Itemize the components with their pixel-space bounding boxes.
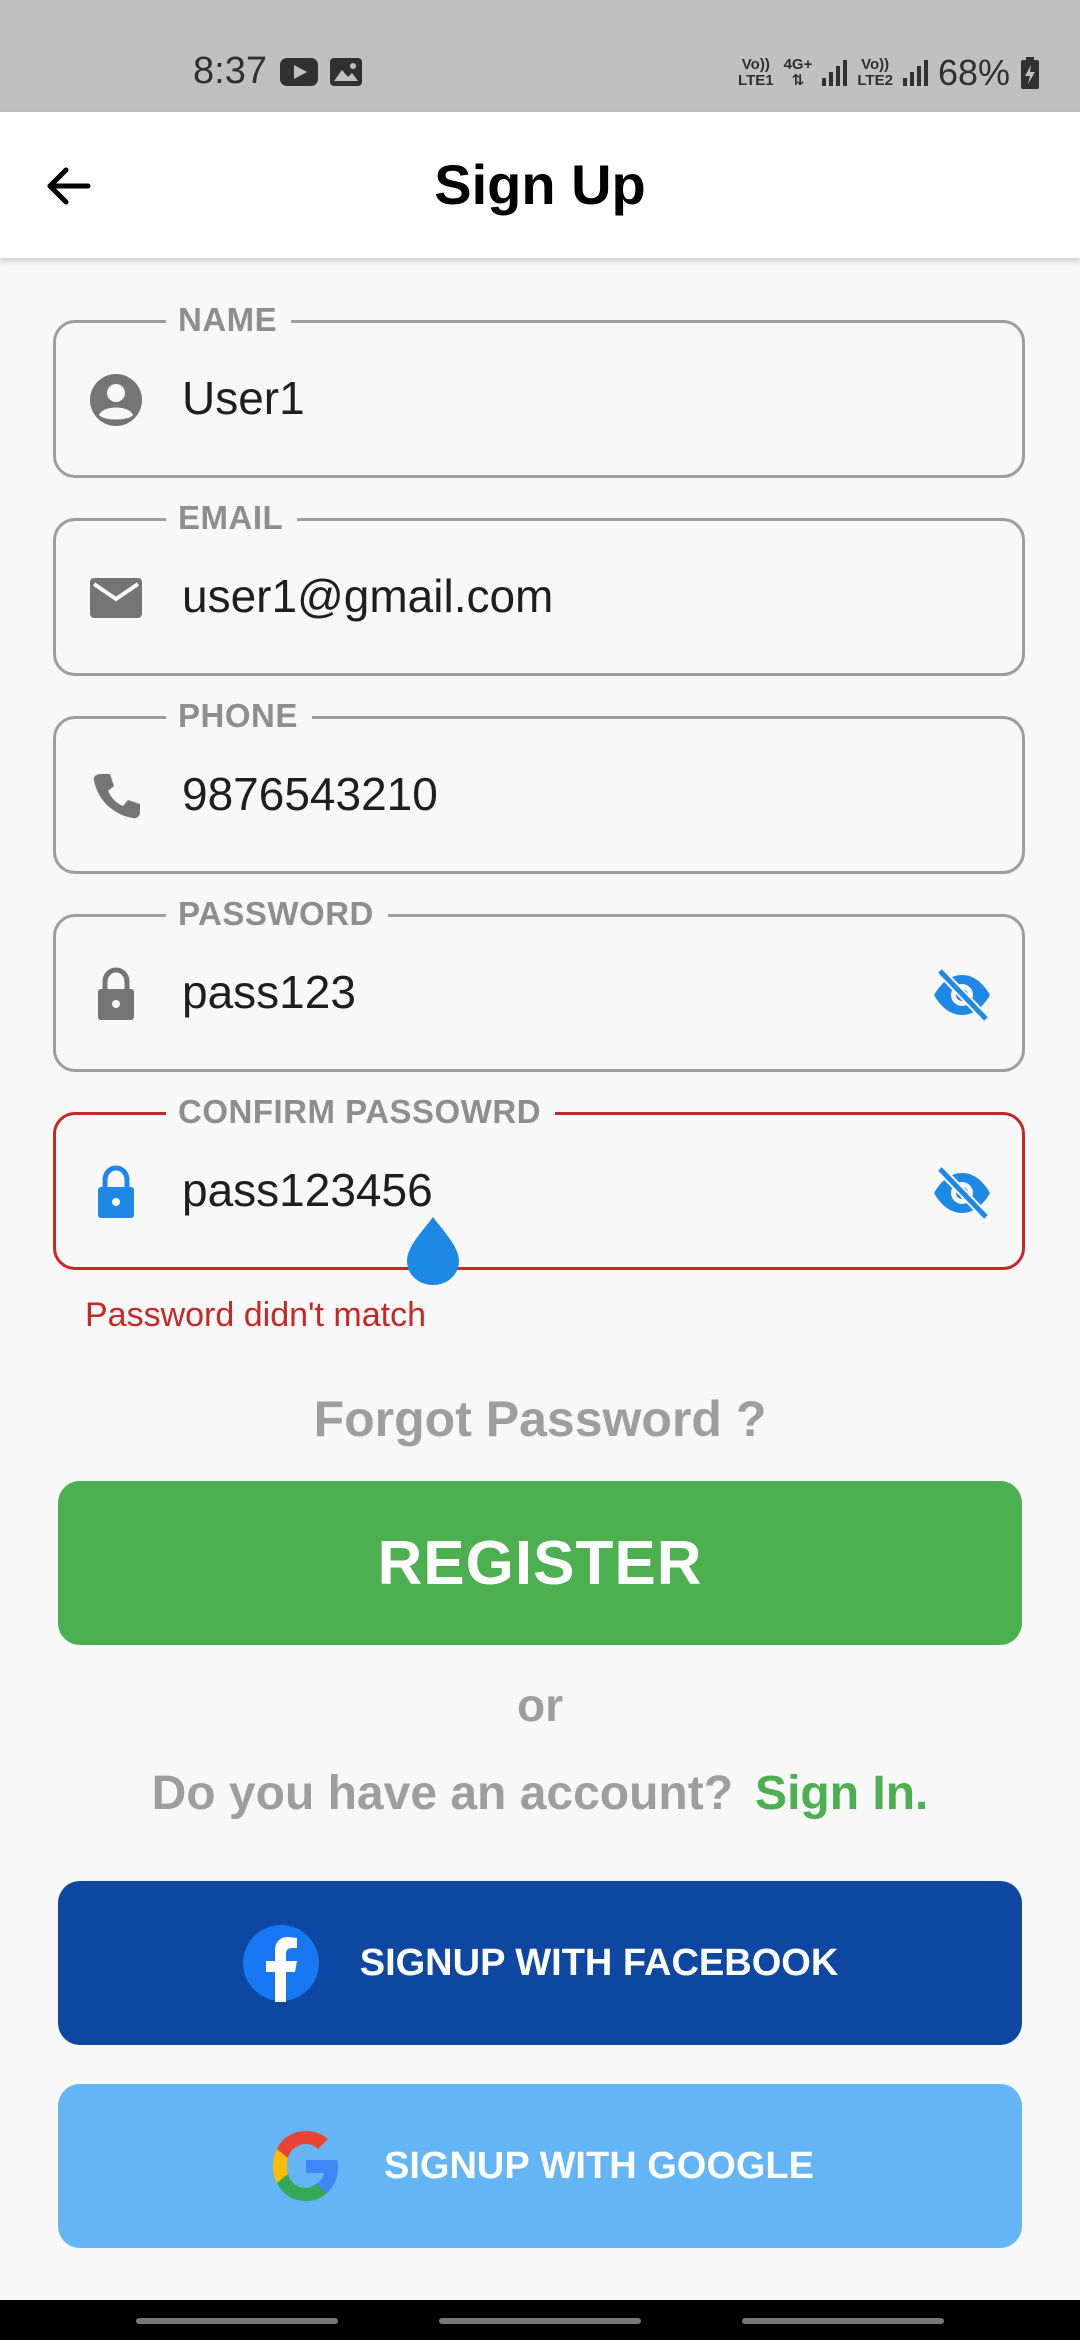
confirm-password-input[interactable] bbox=[182, 1163, 922, 1217]
register-button[interactable]: REGISTER bbox=[58, 1481, 1022, 1645]
status-indicators: Vo)) LTE1 4G+ ⇅ Vo)) LTE2 68% bbox=[738, 52, 1040, 94]
password-error-text: Password didn't match bbox=[85, 1296, 426, 1334]
email-label: EMAIL bbox=[166, 499, 298, 537]
signal-icon-2 bbox=[902, 60, 928, 86]
or-divider-text: or bbox=[517, 1679, 563, 1731]
phone-input[interactable] bbox=[182, 767, 922, 821]
account-circle-icon bbox=[90, 374, 142, 426]
visibility-off-icon[interactable] bbox=[930, 965, 994, 1025]
sim2-volte-indicator: Vo)) LTE2 bbox=[857, 56, 893, 89]
password-field[interactable]: PASSWORD bbox=[53, 895, 1025, 1072]
battery-charging-icon bbox=[1021, 57, 1039, 89]
network-type-indicator: 4G+ ⇅ bbox=[783, 56, 813, 89]
lock-icon bbox=[98, 1165, 134, 1218]
password-label: PASSWORD bbox=[166, 895, 388, 933]
status-time: 8:37 bbox=[193, 50, 267, 92]
image-icon bbox=[330, 58, 362, 86]
email-field[interactable]: EMAIL bbox=[53, 499, 1025, 676]
lock-icon bbox=[98, 967, 134, 1020]
password-input[interactable] bbox=[182, 965, 922, 1019]
signup-google-button[interactable]: SIGNUP WITH GOOGLE bbox=[58, 2084, 1022, 2248]
page-title: Sign Up bbox=[434, 153, 646, 216]
phone-field[interactable]: PHONE bbox=[53, 697, 1025, 874]
signup-facebook-button[interactable]: SIGNUP WITH FACEBOOK bbox=[58, 1881, 1022, 2045]
sim1-volte-indicator: Vo)) LTE1 bbox=[738, 56, 774, 89]
facebook-icon bbox=[242, 1925, 319, 2002]
confirm-password-label: CONFIRM PASSOWRD bbox=[166, 1093, 556, 1131]
google-button-label: SIGNUP WITH GOOGLE bbox=[384, 2144, 814, 2187]
nav-recents-pill[interactable] bbox=[136, 2318, 338, 2324]
visibility-off-icon[interactable] bbox=[930, 1163, 994, 1223]
account-prompt-row: Do you have an account? Sign In. bbox=[0, 1766, 1080, 1821]
facebook-button-label: SIGNUP WITH FACEBOOK bbox=[359, 1941, 839, 1984]
phone-label: PHONE bbox=[166, 697, 312, 735]
phone-icon bbox=[93, 774, 140, 819]
battery-percent: 68% bbox=[937, 52, 1010, 93]
youtube-icon bbox=[280, 58, 318, 86]
email-input[interactable] bbox=[182, 569, 922, 623]
sign-in-link[interactable]: Sign In. bbox=[755, 1767, 928, 1820]
status-bar: 8:37 Vo)) LTE1 4G+ ⇅ Vo)) LTE2 68% bbox=[0, 0, 1080, 112]
nav-back-pill[interactable] bbox=[742, 2318, 944, 2324]
account-prompt-text: Do you have an account? bbox=[151, 1767, 734, 1820]
nav-home-pill[interactable] bbox=[439, 2318, 641, 2324]
name-label: NAME bbox=[166, 301, 292, 339]
google-icon bbox=[273, 2131, 338, 2201]
email-icon bbox=[90, 578, 142, 618]
system-navigation-bar bbox=[0, 2300, 1080, 2340]
forgot-password-link[interactable]: Forgot Password ? bbox=[0, 1390, 1080, 1448]
name-field[interactable]: NAME bbox=[53, 301, 1025, 478]
app-bar: Sign Up bbox=[0, 112, 1080, 258]
text-cursor-handle[interactable] bbox=[403, 1213, 463, 1287]
confirm-password-field[interactable]: CONFIRM PASSOWRD bbox=[53, 1093, 1025, 1270]
name-input[interactable] bbox=[182, 371, 922, 425]
signal-icon bbox=[822, 60, 848, 86]
